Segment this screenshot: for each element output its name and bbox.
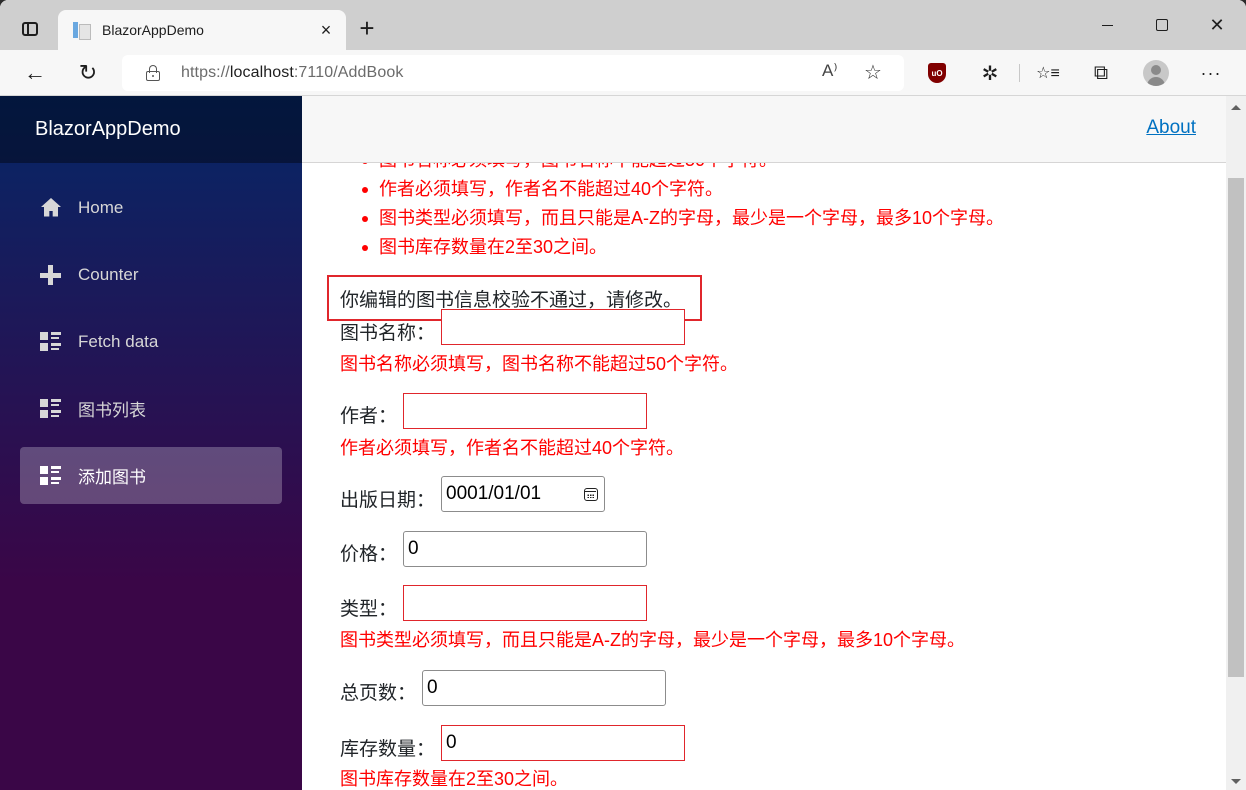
tab-strip: BlazorAppDemo × + ✕ — [0, 0, 1246, 50]
add-favorite-icon[interactable]: ☆ — [864, 60, 882, 85]
book-name-error: 图书名称必须填写，图书名称不能超过50个字符。 — [340, 354, 739, 374]
back-button[interactable]: ← — [19, 57, 51, 89]
type-label: 类型： — [340, 599, 398, 620]
stock-input[interactable] — [441, 725, 685, 761]
book-name-input[interactable] — [441, 309, 685, 345]
profile-button[interactable] — [1140, 57, 1172, 89]
url-host: localhost — [229, 64, 294, 81]
plus-icon — [40, 264, 62, 285]
tab-title: BlazorAppDemo — [102, 22, 204, 38]
sidebar-item-book-list[interactable]: 图书列表 — [20, 380, 282, 437]
sidebar-item-label: 添加图书 — [78, 468, 146, 487]
publish-date-label: 出版日期： — [340, 490, 436, 511]
sidebar-item-label: Home — [78, 197, 124, 217]
url-path: :7110/AddBook — [293, 64, 404, 81]
minimize-button[interactable] — [1084, 10, 1130, 40]
stock-error: 图书库存数量在2至30之间。 — [340, 769, 569, 789]
price-label: 价格： — [340, 544, 398, 565]
book-name-label: 图书名称： — [340, 323, 436, 344]
total-pages-input[interactable] — [422, 670, 666, 706]
author-label: 作者： — [340, 406, 398, 427]
sidebar-item-label: 图书列表 — [78, 401, 146, 420]
calendar-icon[interactable] — [584, 487, 598, 501]
sidebar-item-fetch-data[interactable]: Fetch data — [20, 313, 282, 370]
nav-menu: Home Counter Fetch data 图书列表 添加图书 — [0, 163, 302, 504]
page-scrollbar[interactable] — [1226, 96, 1246, 790]
maximize-icon — [1156, 19, 1168, 31]
scrollbar-thumb[interactable] — [1228, 178, 1244, 677]
type-input[interactable] — [403, 585, 647, 621]
author-error: 作者必须填写，作者名不能超过40个字符。 — [340, 438, 685, 458]
extensions-icon[interactable]: ✲ — [974, 57, 1006, 89]
sidebar-item-label: Fetch data — [78, 331, 159, 351]
author-input[interactable] — [403, 393, 647, 429]
settings-menu-icon[interactable]: ··· — [1195, 57, 1227, 89]
collections-icon[interactable]: ⧉ — [1085, 57, 1117, 89]
browser-tab[interactable]: BlazorAppDemo × — [58, 10, 346, 50]
list-icon — [40, 465, 62, 486]
close-tab-icon[interactable]: × — [312, 16, 340, 44]
validation-message: 图书库存数量在2至30之间。 — [359, 233, 1004, 262]
sidebar-item-add-book[interactable]: 添加图书 — [20, 447, 282, 504]
read-aloud-icon[interactable]: A⁾ — [822, 61, 838, 81]
page-viewport: BlazorAppDemo Home Counter Fetch data 图书… — [0, 96, 1246, 790]
validation-summary: 图书名称必须填写，图书名称不能超过50个字符。 作者必须填写，作者名不能超过40… — [359, 146, 1004, 262]
main-area: About 图书名称必须填写，图书名称不能超过50个字符。 作者必须填写，作者名… — [302, 96, 1226, 790]
scroll-up-arrow-icon[interactable] — [1231, 105, 1241, 110]
favorites-icon[interactable]: ☆≡ — [1032, 57, 1064, 89]
sidebar: BlazorAppDemo Home Counter Fetch data 图书… — [0, 96, 302, 790]
list-icon — [40, 331, 62, 352]
tab-actions-button[interactable] — [14, 13, 46, 45]
sidebar-item-counter[interactable]: Counter — [20, 246, 282, 303]
browser-toolbar: ← ↻ https://localhost:7110/AddBook A⁾ ☆ … — [0, 50, 1246, 96]
url-text[interactable]: https://localhost:7110/AddBook — [181, 64, 403, 82]
stock-label: 库存数量： — [340, 739, 436, 760]
maximize-button[interactable] — [1139, 10, 1185, 40]
ublock-origin-icon: uO — [928, 63, 946, 83]
new-tab-button[interactable]: + — [352, 14, 382, 44]
publish-date-value: 0001/01/01 — [446, 483, 542, 504]
sidebar-item-home[interactable]: Home — [20, 179, 282, 236]
page-favicon-icon — [72, 21, 91, 40]
tab-actions-icon — [22, 22, 38, 36]
reload-button[interactable]: ↻ — [72, 57, 104, 89]
address-bar[interactable]: https://localhost:7110/AddBook A⁾ ☆ — [122, 55, 904, 91]
about-link[interactable]: About — [1146, 117, 1196, 139]
ublock-origin-button[interactable]: uO — [921, 57, 953, 89]
scroll-down-arrow-icon[interactable] — [1231, 779, 1241, 784]
sidebar-item-label: Counter — [78, 264, 139, 284]
validation-message: 图书类型必须填写，而且只能是A-Z的字母，最少是一个字母，最多10个字母。 — [359, 204, 1004, 233]
browser-window: BlazorAppDemo × + ✕ ← ↻ https://localhos… — [0, 0, 1246, 790]
price-input[interactable] — [403, 531, 647, 567]
brand-link[interactable]: BlazorAppDemo — [0, 96, 302, 163]
top-row: About — [302, 96, 1226, 163]
lock-icon[interactable] — [146, 65, 160, 81]
toolbar-divider — [1019, 64, 1020, 82]
total-pages-label: 总页数： — [340, 683, 417, 704]
validation-message: 作者必须填写，作者名不能超过40个字符。 — [359, 175, 1004, 204]
minimize-icon — [1101, 24, 1113, 26]
publish-date-input[interactable]: 0001/01/01 — [441, 476, 605, 512]
avatar-icon — [1143, 60, 1169, 86]
close-window-button[interactable]: ✕ — [1194, 10, 1240, 40]
home-icon — [40, 197, 62, 218]
type-error: 图书类型必须填写，而且只能是A-Z的字母，最少是一个字母，最多10个字母。 — [340, 630, 966, 650]
url-scheme: https:// — [181, 64, 230, 81]
list-icon — [40, 398, 62, 419]
